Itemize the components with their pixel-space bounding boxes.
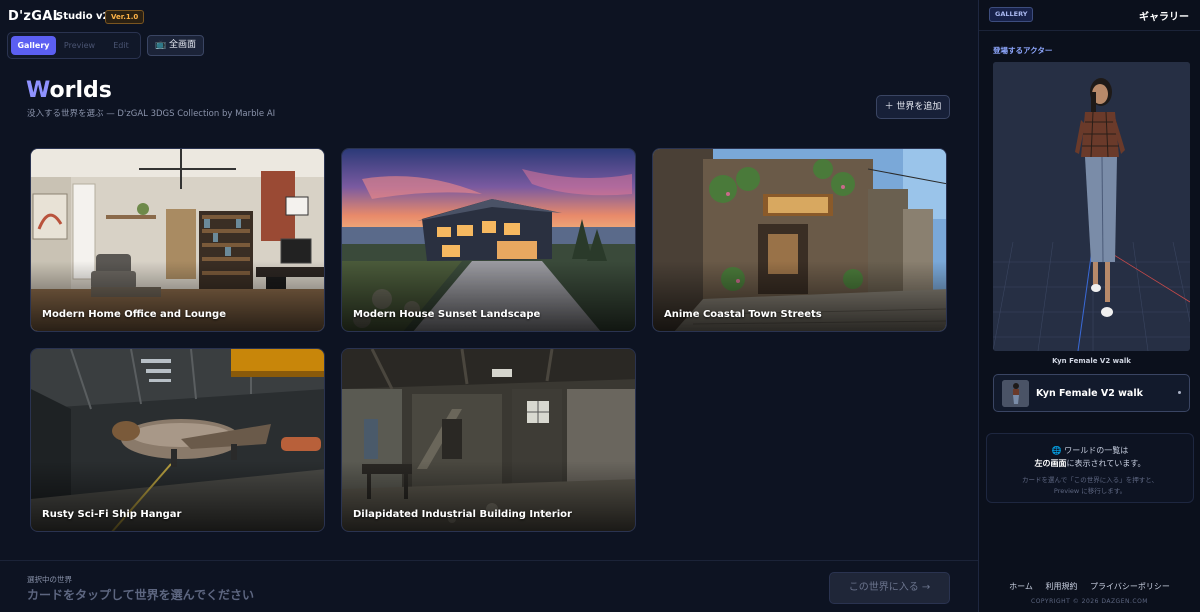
actor-select-dropdown[interactable]: Kyn Female V2 walk (993, 374, 1190, 412)
card-shade (31, 461, 324, 531)
gallery-badge: GALLERY (989, 7, 1034, 22)
info-line-2-bold: 左の画面 (1034, 459, 1067, 468)
actor-figure-image (993, 62, 1190, 351)
mode-switcher: Gallery Preview Edit (7, 32, 141, 59)
viewer-caption: Kyn Female V2 walk (1052, 357, 1131, 365)
world-card-title: Rusty Sci-Fi Ship Hangar (42, 509, 182, 520)
page-title: Worlds (26, 78, 112, 103)
selected-world-caption: 選択中の世界 (27, 575, 72, 584)
world-card-title: Modern House Sunset Landscape (353, 309, 541, 320)
studio-label: Studio v2 (56, 11, 110, 22)
fullscreen-button[interactable]: 📺 全画面 (147, 35, 204, 56)
actor-thumbnail (1002, 380, 1029, 407)
footer-link-terms[interactable]: 利用規約 (1045, 582, 1077, 591)
brand-logo[interactable]: D'zGAL (8, 9, 61, 24)
info-box: 🌐 ワールドの一覧は 左の画面に表示されています。 カードを選んで「この世界に入… (986, 433, 1194, 503)
footer-link-home[interactable]: ホーム (1009, 582, 1033, 591)
world-card-anime-town[interactable]: Anime Coastal Town Streets (652, 148, 947, 332)
selected-world-value: カードをタップして世界を選んでください (27, 588, 255, 602)
version-badge: Ver.1.0 (105, 10, 145, 24)
mode-tab-preview[interactable]: Preview (58, 36, 101, 55)
title-initial: W (26, 78, 50, 103)
dropdown-indicator-icon (1178, 391, 1181, 394)
card-shade (342, 261, 635, 331)
top-bar: D'zGAL Studio v2 Ver.1.0 Gallery Preview… (0, 0, 978, 64)
info-line-3: カードを選んで「この世界に入る」を押すと、 (1022, 476, 1158, 484)
panel-divider (979, 30, 1200, 31)
bottom-bar: 選択中の世界 カードをタップして世界を選んでください この世界に入る → (0, 560, 978, 612)
world-card-house-sunset[interactable]: Modern House Sunset Landscape (341, 148, 636, 332)
footer-link-privacy[interactable]: プライバシーポリシー (1090, 582, 1170, 591)
card-shade (342, 461, 635, 531)
actor-3d-viewer[interactable] (993, 62, 1190, 351)
card-shade (31, 261, 324, 331)
footer-links: ホーム 利用規約 プライバシーポリシー (979, 581, 1200, 592)
card-shade (653, 261, 946, 331)
page-subtitle: 没入する世界を選ぶ — D'zGAL 3DGS Collection by Ma… (27, 109, 276, 119)
actor-name: Kyn Female V2 walk (1036, 388, 1143, 399)
info-line-2-rest: に表示されています。 (1066, 459, 1146, 468)
enter-world-button[interactable]: この世界に入る → (829, 572, 950, 604)
actors-label: 登場するアクター (993, 46, 1053, 55)
info-line-1: 🌐 ワールドの一覧は (1051, 446, 1129, 455)
title-rest: orlds (49, 78, 112, 103)
world-card-home-office[interactable]: Modern Home Office and Lounge (30, 148, 325, 332)
world-card-title: Dilapidated Industrial Building Interior (353, 509, 572, 520)
right-panel: GALLERY ギャラリー 登場するアクター Kyn Female V2 wal… (978, 0, 1200, 612)
world-card-title: Anime Coastal Town Streets (664, 309, 822, 320)
info-line-4: Preview に移行します。 (1053, 487, 1127, 495)
world-card-industrial[interactable]: Dilapidated Industrial Building Interior (341, 348, 636, 532)
world-card-title: Modern Home Office and Lounge (42, 309, 226, 320)
add-world-button[interactable]: ＋ 世界を追加 (876, 95, 950, 119)
panel-title: ギャラリー (1139, 12, 1189, 23)
mode-tab-edit[interactable]: Edit (103, 36, 139, 55)
mode-tab-gallery[interactable]: Gallery (11, 36, 56, 55)
world-card-scifi-hangar[interactable]: Rusty Sci-Fi Ship Hangar (30, 348, 325, 532)
info-line-2: 左の画面に表示されています。 (987, 458, 1193, 469)
copyright: COPYRIGHT © 2026 DAZGEN.COM (1031, 598, 1148, 605)
